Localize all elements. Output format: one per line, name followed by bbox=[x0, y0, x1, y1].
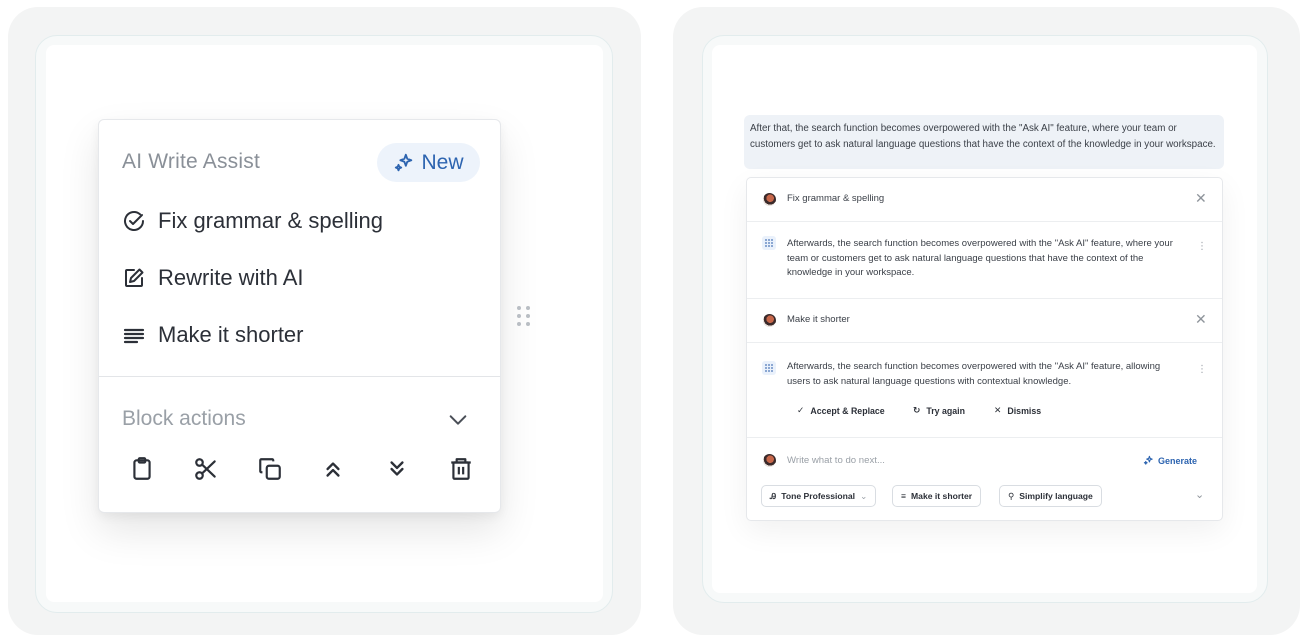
new-badge-label: New bbox=[421, 150, 464, 174]
chevron-down-icon[interactable]: ⌄ bbox=[1195, 488, 1204, 501]
menu-item-fix-grammar[interactable]: Fix grammar & spelling bbox=[122, 208, 383, 234]
tone-professional-chip[interactable]: Ꭿ Tone Professional ⌄ bbox=[761, 485, 877, 507]
make-shorter-chip[interactable]: ≡ Make it shorter bbox=[892, 485, 982, 507]
close-icon[interactable]: ✕ bbox=[1195, 311, 1207, 328]
response-row: Afterwards, the search function becomes … bbox=[747, 222, 1222, 299]
dismiss-button[interactable]: ✕ Dismiss bbox=[994, 405, 1041, 416]
avatar bbox=[763, 454, 776, 467]
close-icon: ✕ bbox=[994, 405, 1002, 415]
prompt-row: Make it shorter ✕ bbox=[747, 299, 1222, 343]
block-actions-toolbar bbox=[129, 456, 474, 482]
ai-assistant-icon bbox=[762, 361, 776, 375]
response-text: Afterwards, the search function becomes … bbox=[787, 238, 1173, 278]
try-again-button[interactable]: ↻ Try again bbox=[913, 405, 965, 416]
more-options-icon[interactable]: ⋮ bbox=[1197, 365, 1207, 375]
move-up-icon[interactable] bbox=[320, 456, 346, 482]
selected-text-quote: After that, the search function becomes … bbox=[744, 115, 1224, 169]
accept-replace-button[interactable]: ✓ Accept & Replace bbox=[797, 405, 885, 416]
close-icon[interactable]: ✕ bbox=[1195, 190, 1207, 207]
generate-button[interactable]: Generate bbox=[1143, 455, 1197, 466]
response-text: Afterwards, the search function becomes … bbox=[787, 361, 1161, 387]
drag-handle-icon[interactable] bbox=[515, 305, 533, 327]
check-circle-icon bbox=[122, 209, 146, 233]
magic-wand-icon: ⚲ bbox=[1008, 490, 1015, 501]
chevron-down-icon: ⌄ bbox=[860, 490, 868, 501]
chevron-down-icon[interactable] bbox=[446, 409, 470, 431]
menu-item-rewrite[interactable]: Rewrite with AI bbox=[122, 265, 304, 291]
ai-chat-card: Fix grammar & spelling ✕ Afterwards, the… bbox=[746, 177, 1223, 521]
move-down-icon[interactable] bbox=[384, 456, 410, 482]
menu-item-label: Fix grammar & spelling bbox=[158, 208, 383, 233]
edit-icon bbox=[122, 266, 146, 290]
menu-item-label: Rewrite with AI bbox=[158, 265, 304, 290]
copy-icon[interactable] bbox=[257, 456, 283, 482]
response-row: Afterwards, the search function becomes … bbox=[747, 343, 1222, 438]
scissors-icon[interactable] bbox=[193, 456, 219, 482]
shorten-lines-icon: ≡ bbox=[901, 491, 907, 501]
prompt-text: Make it shorter bbox=[787, 314, 850, 325]
simplify-language-chip[interactable]: ⚲ Simplify language bbox=[999, 485, 1102, 507]
check-icon: ✓ bbox=[797, 405, 805, 415]
shorten-lines-icon bbox=[122, 323, 146, 347]
trash-icon[interactable] bbox=[448, 456, 474, 482]
sparkle-icon bbox=[1143, 455, 1154, 466]
menu-item-make-shorter[interactable]: Make it shorter bbox=[122, 322, 304, 348]
new-badge[interactable]: New bbox=[377, 143, 480, 182]
prompt-row: Fix grammar & spelling ✕ bbox=[747, 178, 1222, 222]
more-options-icon[interactable]: ⋮ bbox=[1197, 242, 1207, 252]
clipboard-icon[interactable] bbox=[129, 456, 155, 482]
ai-assistant-icon bbox=[762, 236, 776, 250]
next-instruction-input[interactable]: Write what to do next... bbox=[787, 455, 885, 466]
block-actions-title: Block actions bbox=[122, 407, 246, 430]
refresh-icon: ↻ bbox=[913, 405, 921, 415]
avatar bbox=[763, 193, 776, 206]
avatar bbox=[763, 314, 776, 327]
menu-title: AI Write Assist bbox=[122, 150, 260, 173]
ai-write-assist-menu: AI Write Assist New Fix grammar & spelli… bbox=[98, 119, 501, 513]
prompt-text: Fix grammar & spelling bbox=[787, 193, 885, 204]
menu-item-label: Make it shorter bbox=[158, 322, 304, 347]
sparkle-icon bbox=[393, 152, 415, 174]
tone-icon: Ꭿ bbox=[770, 490, 777, 501]
menu-divider bbox=[99, 376, 500, 377]
